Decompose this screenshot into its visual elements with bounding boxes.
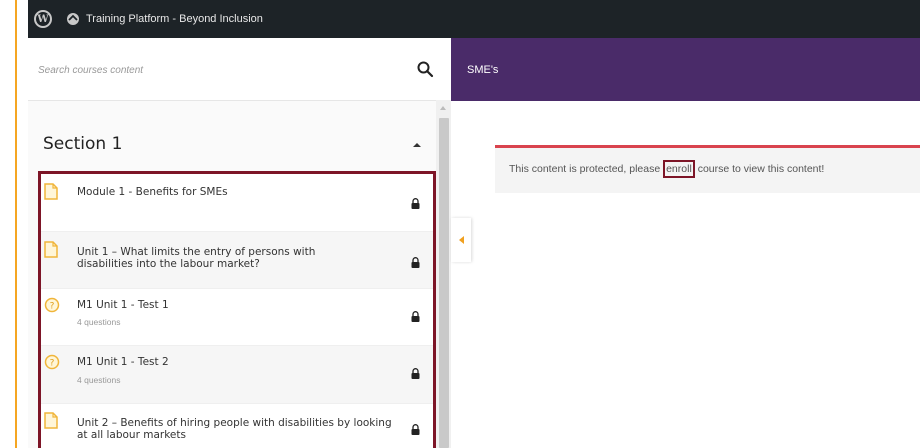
svg-text:?: ? xyxy=(50,302,55,312)
question-icon: ? xyxy=(44,297,60,318)
course-item-test-1[interactable]: ? M1 Unit 1 - Test 1 4 questions xyxy=(41,289,433,346)
document-icon xyxy=(44,412,58,434)
item-subtitle: 4 questions xyxy=(77,317,121,327)
enroll-link[interactable]: enroll xyxy=(663,160,695,178)
item-title: Unit 2 – Benefits of hiring people with … xyxy=(77,417,392,441)
course-item-unit-1[interactable]: Unit 1 – What limits the entry of person… xyxy=(41,232,433,289)
lock-icon xyxy=(411,366,420,384)
document-icon xyxy=(44,183,58,205)
item-title: M1 Unit 1 - Test 2 xyxy=(77,356,169,368)
search-input[interactable] xyxy=(38,58,398,82)
course-item-test-2[interactable]: ? M1 Unit 1 - Test 2 4 questions xyxy=(41,346,433,404)
course-item-module-1[interactable]: Module 1 - Benefits for SMEs xyxy=(41,174,433,232)
item-title: Unit 1 – What limits the entry of person… xyxy=(77,246,316,270)
admin-bar: W Training Platform - Beyond Inclusion xyxy=(28,0,920,38)
caret-left-icon xyxy=(458,236,464,244)
section-header[interactable]: Section 1 xyxy=(28,118,438,168)
lock-icon xyxy=(411,255,420,273)
site-title-link[interactable]: Training Platform - Beyond Inclusion xyxy=(86,13,263,25)
lock-icon xyxy=(411,309,420,327)
section-title: Section 1 xyxy=(43,134,123,154)
lock-icon xyxy=(411,422,420,440)
caret-up-icon[interactable] xyxy=(410,138,424,152)
accent-bar xyxy=(15,0,17,448)
item-subtitle: 4 questions xyxy=(77,375,121,385)
scroll-up-arrow-icon[interactable] xyxy=(440,106,446,110)
question-icon: ? xyxy=(44,354,60,375)
course-search xyxy=(28,38,451,101)
svg-text:?: ? xyxy=(50,359,55,369)
course-item-unit-2[interactable]: Unit 2 – Benefits of hiring people with … xyxy=(41,404,433,448)
notice-text-after: course to view this content! xyxy=(694,163,825,175)
lesson-title: SME's xyxy=(467,64,499,76)
dashboard-icon[interactable] xyxy=(66,12,80,26)
notice-text-before: This content is protected, please xyxy=(509,163,664,175)
section-item-list: Module 1 - Benefits for SMEs Unit 1 – Wh… xyxy=(38,171,436,448)
scrollbar-thumb[interactable] xyxy=(439,118,449,448)
course-sidebar: Section 1 Module 1 - Benefits for SMEs U… xyxy=(28,38,451,448)
sidebar-toggle-button[interactable] xyxy=(451,218,471,262)
item-title: M1 Unit 1 - Test 1 xyxy=(77,299,169,311)
item-title: Module 1 - Benefits for SMEs xyxy=(77,186,228,198)
search-icon[interactable] xyxy=(416,60,434,78)
protected-content-notice: This content is protected, please enroll… xyxy=(495,145,920,193)
content-header: SME's xyxy=(451,38,920,101)
wordpress-logo-icon[interactable]: W xyxy=(34,10,52,28)
left-margin xyxy=(0,0,28,448)
lock-icon xyxy=(411,196,420,214)
sidebar-scrollbar[interactable] xyxy=(436,100,451,448)
document-icon xyxy=(44,241,58,263)
notice-message: This content is protected, please enroll… xyxy=(509,160,825,178)
